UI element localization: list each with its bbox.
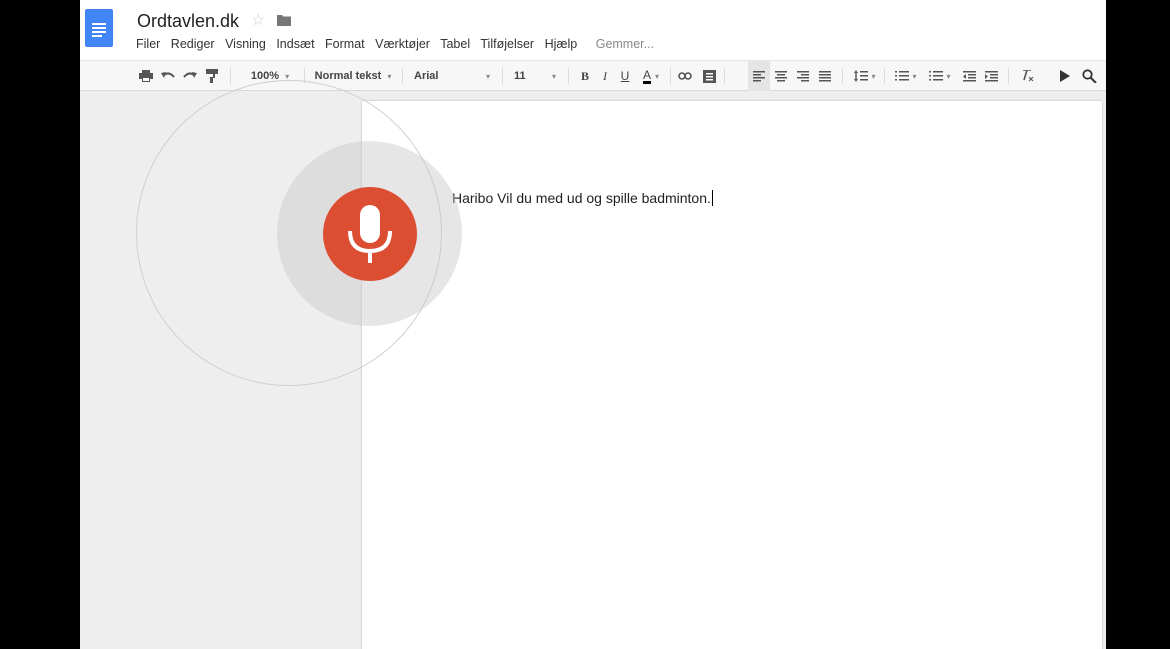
text-cursor	[711, 190, 713, 206]
bold-button[interactable]: B	[576, 61, 594, 91]
comment-icon[interactable]	[698, 61, 720, 91]
line-spacing-icon[interactable]: ▾	[850, 61, 880, 91]
increase-indent-icon[interactable]	[980, 61, 1002, 91]
menu-bar: Filer Rediger Visning Indsæt Format Værk…	[136, 37, 661, 51]
menu-indsaet[interactable]: Indsæt	[276, 37, 314, 51]
toolbar: 100% ▾ Normal tekst ▾ Arial ▾ 11 ▾ B I U A ▾	[80, 60, 1106, 91]
menu-rediger[interactable]: Rediger	[171, 37, 215, 51]
italic-button[interactable]: I	[596, 61, 614, 91]
play-icon[interactable]	[1056, 61, 1074, 91]
undo-icon[interactable]	[158, 61, 178, 91]
clear-formatting-icon[interactable]	[1016, 61, 1038, 91]
star-icon[interactable]: ☆	[251, 12, 265, 30]
document-page[interactable]: Haribo Vil du med ud og spille badminton…	[362, 101, 1102, 649]
link-icon[interactable]	[674, 61, 696, 91]
microphone-icon	[348, 205, 392, 263]
redo-icon[interactable]	[180, 61, 200, 91]
spellcheck-icon[interactable]	[1078, 61, 1100, 91]
docs-window: Ordtavlen.dk ☆ Filer Rediger Visning Ind…	[80, 0, 1106, 649]
font-size-select[interactable]: 11 ▾	[510, 61, 560, 91]
justify-icon[interactable]	[814, 61, 836, 91]
print-icon[interactable]	[136, 61, 156, 91]
document-title[interactable]: Ordtavlen.dk	[137, 10, 239, 32]
font-select[interactable]: Arial ▾	[408, 61, 496, 91]
align-right-icon[interactable]	[792, 61, 814, 91]
font-value: Arial	[414, 70, 439, 82]
menu-tabel[interactable]: Tabel	[440, 37, 470, 51]
text-color-button[interactable]: A ▾	[636, 61, 666, 91]
bulleted-list-icon[interactable]: ▾	[924, 61, 956, 91]
document-body[interactable]: Haribo Vil du med ud og spille badminton…	[452, 190, 713, 206]
menu-filer[interactable]: Filer	[136, 37, 160, 51]
numbered-list-icon[interactable]: ▾	[890, 61, 922, 91]
style-value: Normal tekst	[314, 70, 382, 82]
folder-icon[interactable]	[277, 14, 291, 26]
align-center-icon[interactable]	[770, 61, 792, 91]
underline-button[interactable]: U	[616, 61, 634, 91]
paint-format-icon[interactable]	[202, 61, 222, 91]
decrease-indent-icon[interactable]	[958, 61, 980, 91]
menu-tilfojelser[interactable]: Tilføjelser	[480, 37, 534, 51]
save-status: Gemmer...	[595, 37, 655, 51]
menu-hjaelp[interactable]: Hjælp	[545, 37, 578, 51]
menu-vaerktojer[interactable]: Værktøjer	[375, 37, 430, 51]
font-size-value: 11	[514, 70, 526, 82]
menu-format[interactable]: Format	[325, 37, 365, 51]
header: Ordtavlen.dk ☆ Filer Rediger Visning Ind…	[80, 0, 1106, 60]
menu-visning[interactable]: Visning	[225, 37, 266, 51]
document-text: Haribo Vil du med ud og spille badminton…	[452, 190, 711, 206]
voice-typing-mic-button[interactable]	[323, 187, 417, 281]
align-left-icon[interactable]	[748, 61, 770, 91]
docs-logo-icon[interactable]	[85, 9, 113, 47]
text-color-label: A	[642, 67, 651, 84]
